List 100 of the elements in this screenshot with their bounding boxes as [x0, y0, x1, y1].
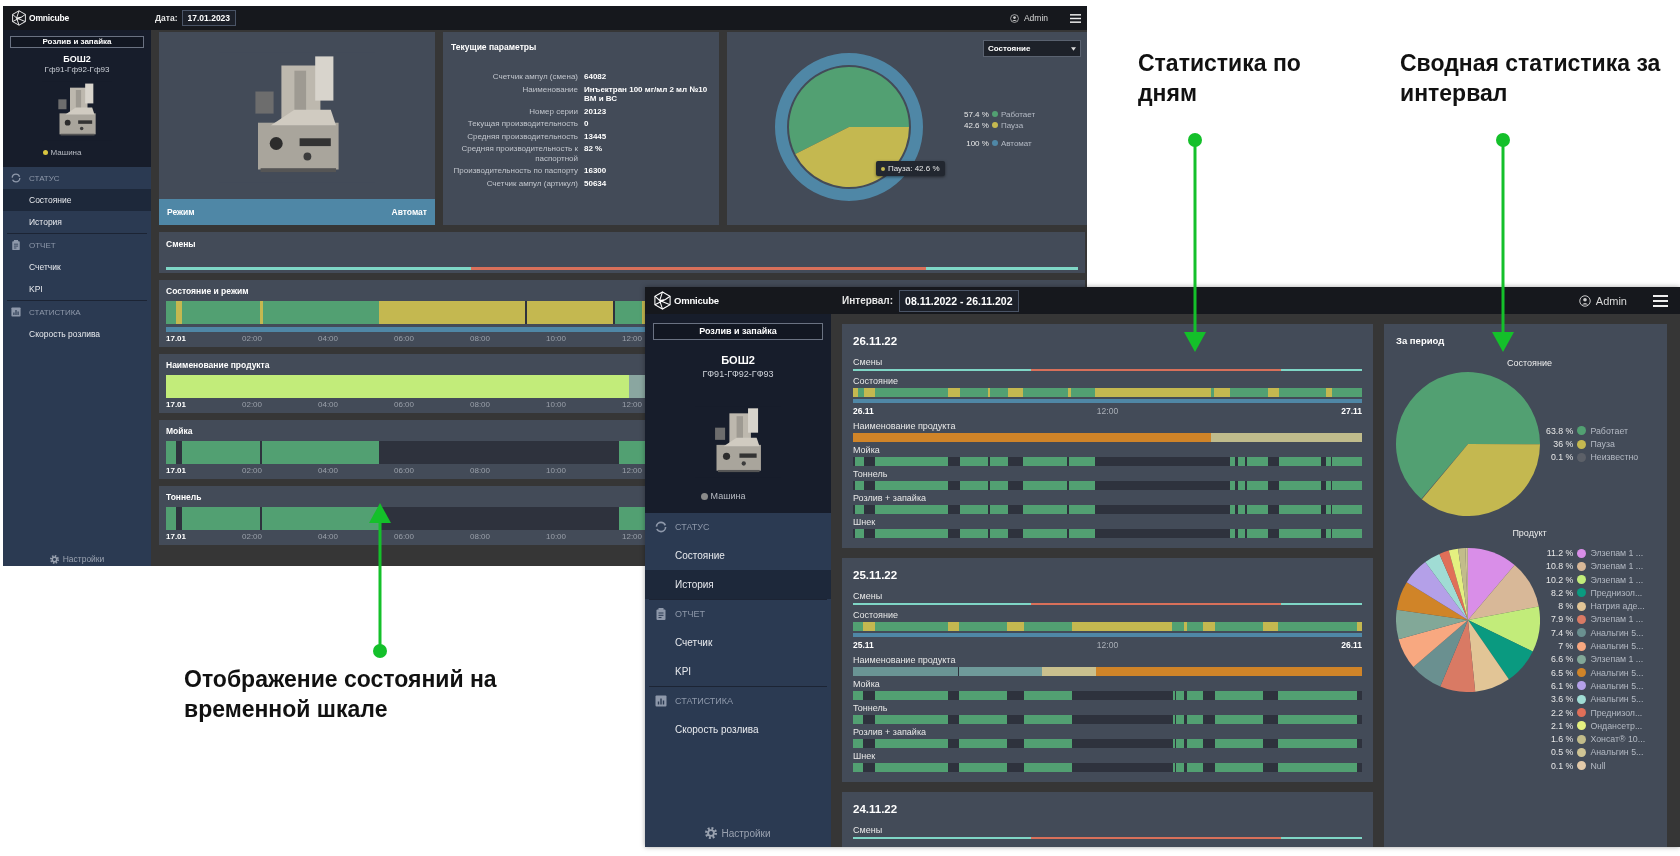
tick-label: 12:00	[622, 466, 643, 475]
nav-item[interactable]: Скорость розлива	[3, 323, 151, 345]
user-icon[interactable]	[1009, 13, 1019, 23]
legend-label: Работает	[1000, 109, 1036, 119]
interval-field[interactable]: 08.11.2022 - 26.11.202	[899, 289, 1019, 312]
pie-slice	[1406, 562, 1468, 620]
legend-value: 10.2 %	[1546, 574, 1574, 585]
line-selector[interactable]: Розлив и запайка	[653, 323, 823, 340]
row-label: Смены	[853, 825, 883, 836]
legend-value: 10.8 %	[1546, 561, 1574, 572]
machine-name: БОШ2	[63, 54, 91, 64]
user-icon[interactable]	[1578, 294, 1591, 307]
day-title: 26.11.22	[853, 335, 898, 347]
nav-item[interactable]: Состояние	[3, 189, 151, 211]
chart-title: Продукт	[1512, 528, 1547, 538]
date-field[interactable]: 17.01.2023	[181, 10, 237, 26]
row-label: Наименование продукта	[853, 421, 956, 432]
legend-value: 6.5 %	[1549, 667, 1574, 678]
section-title: ОТЧЕТ	[675, 609, 705, 619]
chart-title: Состояние	[1507, 358, 1552, 368]
status-icon	[655, 521, 667, 533]
settings-link[interactable]: Настройки	[3, 554, 151, 566]
tooltip-text: Пауза: 42.6 %	[888, 164, 940, 173]
tick-label: 17.01	[166, 334, 187, 343]
mode-label: Режим	[167, 207, 195, 217]
gear-icon	[49, 554, 59, 564]
legend-label: Неизвестно	[1590, 452, 1639, 463]
tick-label: 12:00	[622, 532, 643, 541]
tick-label: 02:00	[242, 532, 262, 541]
machine-code: ГФ91-ГФ92-ГФ93	[702, 369, 774, 379]
row-label: Шнек	[853, 517, 876, 528]
param-label: Текущая производительность	[466, 119, 578, 129]
legend-value: 2.1 %	[1549, 720, 1574, 731]
row-label: Наименование продукта	[853, 655, 956, 666]
tick-label: 17.01	[166, 532, 187, 541]
tick-label: 12:00	[1096, 640, 1119, 652]
card-title: За период	[1396, 335, 1445, 346]
user-name[interactable]: Admin	[1023, 13, 1048, 23]
settings-link[interactable]: Настройки	[645, 827, 831, 847]
nav-item[interactable]: Счетчик	[3, 256, 151, 278]
card-title: Тоннель	[166, 492, 202, 502]
annotation-text: Отображение состояний на временной шкале	[184, 665, 498, 724]
mode-value: Автомат	[391, 207, 427, 217]
pie-slice	[1413, 620, 1468, 687]
param-label: Счетчик ампул (смена)	[491, 72, 578, 82]
legend-label: Натрия аде...	[1590, 601, 1646, 612]
section-title: СТАТИСТИКА	[675, 696, 734, 706]
menu-icon[interactable]	[1653, 294, 1668, 307]
tick-label: 12:00	[622, 400, 643, 409]
param-value: Инъектран 100 мг/мл 2 мл №10 ВМ и ВС	[584, 84, 709, 104]
pie-slice	[1425, 553, 1468, 620]
nav-item[interactable]: KPI	[645, 657, 831, 686]
card-title: Текущие параметры	[451, 42, 537, 52]
tick-label: 02:00	[242, 400, 262, 409]
nav-item[interactable]: История	[645, 570, 831, 599]
menu-icon[interactable]	[1070, 13, 1081, 23]
dropdown[interactable]: Состояние	[983, 40, 1081, 57]
section-title: ОТЧЕТ	[29, 240, 56, 250]
bar-chart-icon	[655, 695, 667, 707]
tick-label: 04:00	[318, 400, 338, 409]
legend-label: Пауза	[1000, 120, 1025, 130]
nav-item[interactable]: Счетчик	[645, 628, 831, 657]
legend-label: Элзепам 1 ...	[1590, 548, 1645, 558]
field-label: Интервал:	[842, 295, 894, 306]
param-value: 20123	[584, 106, 608, 116]
nav-item[interactable]: Состояние	[645, 541, 831, 570]
legend-label: Элзепам 1 ...	[1590, 561, 1645, 572]
param-label: Номер серии	[528, 106, 578, 116]
legend-value: 42.6 %	[964, 120, 989, 130]
nav-item[interactable]: KPI	[3, 278, 151, 300]
legend-label: Анальгин 5...	[1590, 747, 1645, 758]
legend-value: 7 %	[1557, 641, 1574, 652]
line-selector[interactable]: Розлив и запайка	[10, 36, 144, 48]
tick-label: 08:00	[470, 334, 490, 343]
tick-label: 06:00	[394, 466, 415, 475]
row-label: Шнек	[853, 751, 876, 762]
user-name[interactable]: Admin	[1595, 294, 1627, 307]
pie-slice	[1468, 548, 1515, 620]
param-label: Наименование	[521, 84, 578, 96]
param-label: Средняя производительность к паспортной	[460, 144, 578, 163]
row-label: Мойка	[853, 445, 880, 456]
nav-item[interactable]: Скорость розлива	[645, 715, 831, 744]
legend-label: Анальгин 5...	[1590, 694, 1645, 705]
legend-value: 36 %	[1552, 439, 1574, 449]
card-title: Состояние и режим	[166, 286, 249, 296]
pie-slice	[1440, 620, 1476, 692]
legend-value: 0.1 %	[1549, 760, 1574, 771]
tick-label: 25.11	[853, 640, 874, 652]
nav-item[interactable]: История	[3, 211, 151, 233]
card-title: Наименование продукта	[166, 360, 270, 370]
param-value: 16300	[584, 166, 608, 176]
legend-value: 8.2 %	[1549, 587, 1574, 598]
gear-icon	[705, 827, 718, 839]
pie-slice	[1448, 548, 1468, 620]
section-title: СТАТИСТИКА	[29, 307, 81, 317]
section-title: СТАТУС	[675, 522, 710, 532]
legend-value: 7.9 %	[1549, 614, 1574, 625]
legend-value: 57.4 %	[964, 109, 989, 119]
row-label: Смены	[853, 591, 883, 602]
brand-name: Omnicube	[29, 13, 69, 23]
